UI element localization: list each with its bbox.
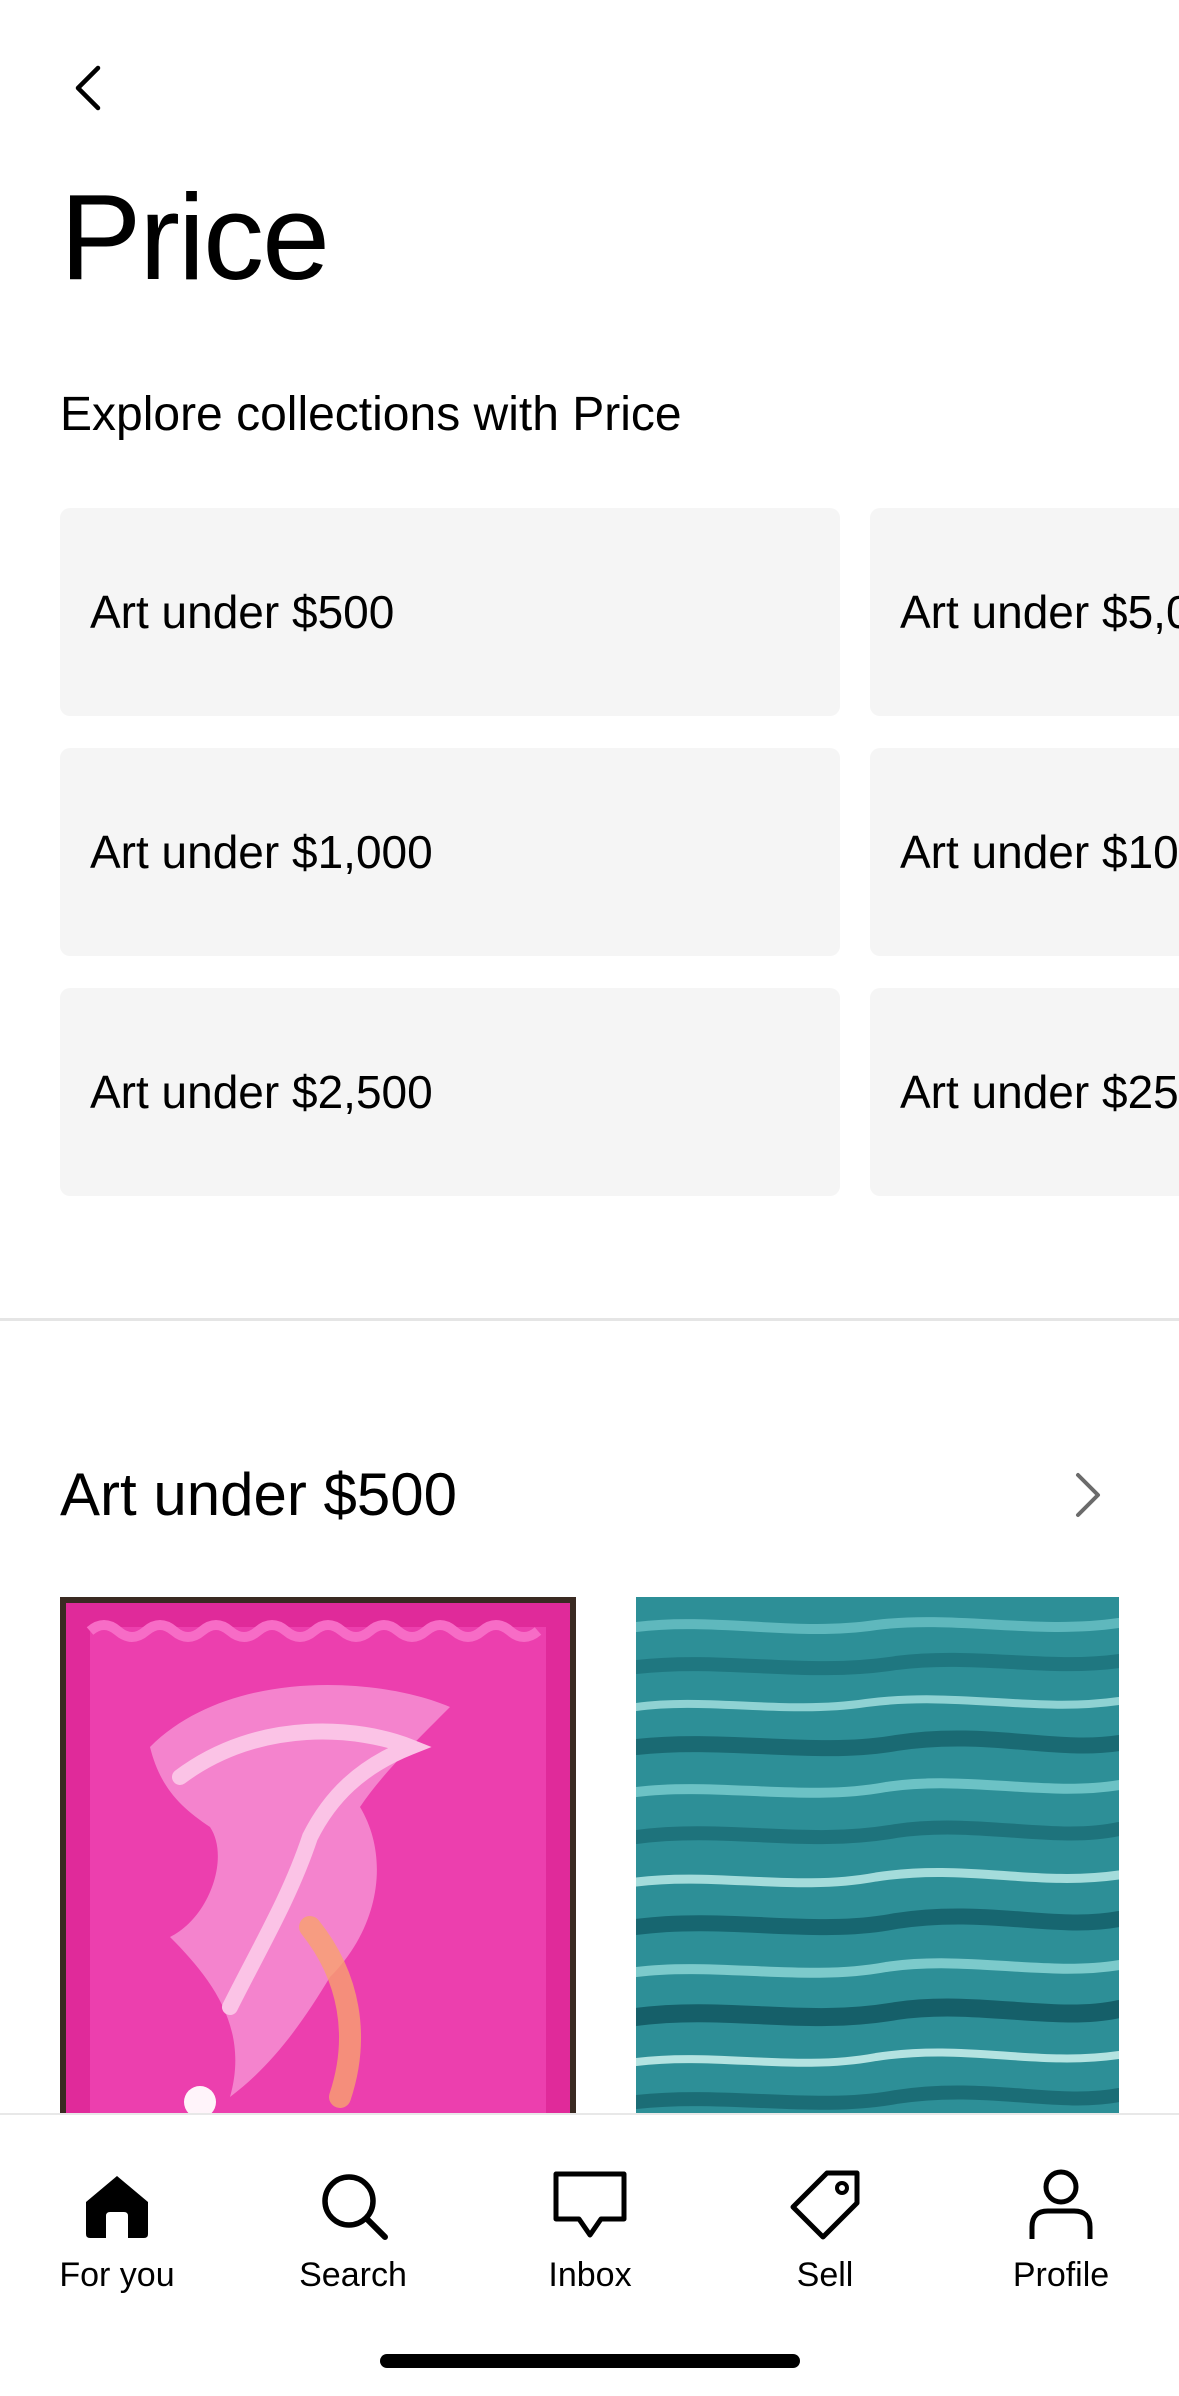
teal-water-painting (636, 1597, 1119, 2117)
see-all-button[interactable] (1056, 1463, 1120, 1527)
profile-icon (1021, 2165, 1101, 2245)
tab-label: Profile (1012, 2256, 1110, 2294)
collection-card[interactable]: Art under $25,000 (870, 988, 1179, 1196)
page-title: Price (60, 169, 330, 305)
artwork-card[interactable] (60, 1597, 576, 2117)
collections-grid[interactable]: Art under $500 Art under $5,000 Art unde… (60, 508, 1179, 1198)
collection-card[interactable]: Art under $1,000 (60, 748, 840, 956)
tab-sell[interactable]: Sell (725, 2165, 925, 2305)
chevron-right-icon (1076, 1473, 1100, 1517)
home-indicator (380, 2354, 800, 2368)
tab-label: Search (299, 2256, 407, 2294)
collection-card[interactable]: Art under $2,500 (60, 988, 840, 1196)
chevron-left-icon (75, 65, 101, 111)
tab-profile[interactable]: Profile (961, 2165, 1161, 2305)
pink-bird-painting (60, 1597, 576, 2117)
tag-icon (785, 2165, 865, 2245)
tab-for-you[interactable]: For you (17, 2165, 217, 2305)
collection-card[interactable]: Art under $10,000 (870, 748, 1179, 956)
artwork-card[interactable] (636, 1597, 1119, 2117)
tab-label: For you (59, 2256, 175, 2294)
inbox-icon (550, 2165, 630, 2245)
page-subtitle: Explore collections with Price (60, 388, 682, 441)
tab-search[interactable]: Search (253, 2165, 453, 2305)
section-header[interactable]: Art under $500 (60, 1455, 1120, 1535)
tab-label: Sell (796, 2256, 854, 2294)
section-title: Art under $500 (60, 1461, 457, 1528)
home-icon (77, 2165, 157, 2245)
search-icon (313, 2165, 393, 2245)
tab-label: Inbox (548, 2256, 632, 2294)
back-button[interactable] (60, 60, 116, 116)
section-divider (0, 1318, 1179, 1321)
collection-card[interactable]: Art under $500 (60, 508, 840, 716)
collection-card[interactable]: Art under $5,000 (870, 508, 1179, 716)
screen: Price Explore collections with Price Art… (0, 0, 1179, 2396)
tab-inbox[interactable]: Inbox (490, 2165, 690, 2305)
